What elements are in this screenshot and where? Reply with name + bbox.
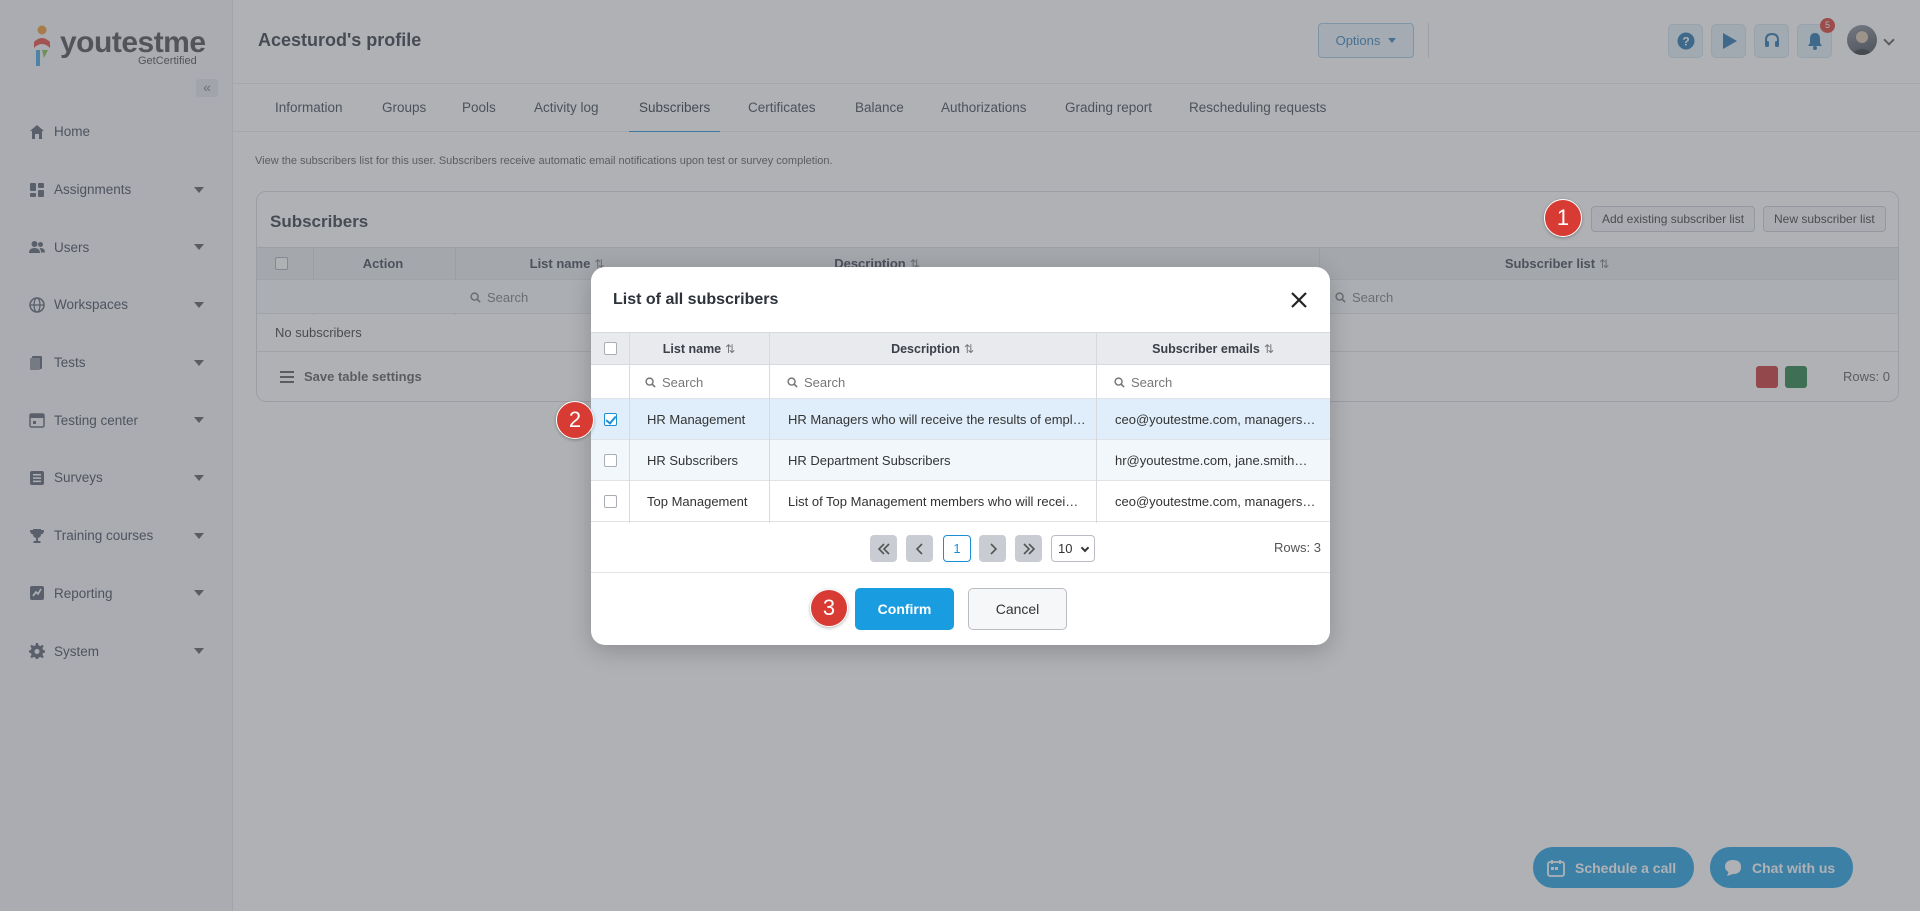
description-cell: HR Department Subscribers — [788, 452, 951, 468]
table-row[interactable]: HR Management HR Managers who will recei… — [591, 399, 1330, 440]
description-cell: HR Managers who will receive the results… — [788, 411, 1086, 427]
page-size-value: 10 — [1058, 541, 1073, 556]
chevron-right-icon — [989, 542, 997, 555]
column-divider — [629, 332, 630, 523]
search-placeholder: Search — [804, 374, 846, 390]
search-icon — [645, 376, 656, 388]
emails-cell: hr@youtestme.com, jane.smith… — [1115, 452, 1308, 468]
page-number-button[interactable]: 1 — [943, 535, 971, 562]
search-placeholder: Search — [662, 374, 704, 390]
description-search[interactable]: Search — [787, 365, 845, 399]
column-divider — [1096, 332, 1097, 523]
emails-cell: ceo@youtestme.com, managers… — [1115, 493, 1316, 509]
column-label: Description — [891, 341, 960, 356]
row-select-cell — [591, 481, 629, 521]
previous-page-button[interactable] — [906, 535, 933, 562]
table-header: List name ⇅ Description ⇅ Subscriber email… — [591, 332, 1330, 365]
last-page-button[interactable] — [1015, 535, 1042, 562]
column-label: Subscriber emails — [1152, 341, 1260, 356]
sort-icon[interactable]: ⇅ — [725, 342, 735, 356]
chevron-down-icon — [1080, 543, 1090, 553]
column-list-name[interactable]: List name⇅ — [629, 333, 769, 364]
subscriber-list-dialog: List of all subscribers List name ⇅ Descr… — [591, 267, 1330, 645]
step-marker-1: 1 — [1544, 199, 1582, 237]
cancel-button[interactable]: Cancel — [968, 588, 1067, 630]
list-name-cell: HR Management — [647, 411, 746, 427]
description-cell: List of Top Management members who will … — [788, 493, 1079, 509]
sort-icon[interactable]: ⇅ — [964, 342, 974, 356]
pagination: 1 10 Rows: 3 — [591, 524, 1330, 573]
table-row[interactable]: HR Subscribers HR Department Subscribers… — [591, 440, 1330, 481]
row-checkbox[interactable] — [603, 412, 617, 426]
select-all-cell — [591, 333, 629, 364]
emails-search[interactable]: Search — [1114, 365, 1172, 399]
emails-cell: ceo@youtestme.com, managers… — [1115, 411, 1316, 427]
table-row[interactable]: Top Management List of Top Management me… — [591, 481, 1330, 522]
search-placeholder: Search — [1131, 374, 1173, 390]
next-page-button[interactable] — [979, 535, 1006, 562]
list-name-search[interactable]: Search — [645, 365, 703, 399]
search-icon — [787, 376, 798, 388]
step-marker-2: 2 — [556, 401, 594, 439]
double-chevron-left-icon — [877, 542, 890, 555]
step-marker-3: 3 — [810, 589, 848, 627]
table-filter-row: Search Search Search — [591, 365, 1330, 399]
row-select-cell — [591, 440, 629, 480]
search-icon — [1114, 376, 1125, 388]
column-divider — [769, 332, 770, 523]
double-chevron-right-icon — [1022, 542, 1035, 555]
close-icon[interactable] — [1287, 288, 1311, 312]
confirm-button[interactable]: Confirm — [855, 588, 954, 630]
dialog-title: List of all subscribers — [613, 291, 779, 308]
row-checkbox[interactable] — [603, 494, 617, 508]
list-name-cell: Top Management — [647, 493, 748, 509]
sort-icon[interactable]: ⇅ — [1264, 342, 1274, 356]
column-description[interactable]: Description ⇅ — [769, 333, 1096, 364]
page-size-select[interactable]: 10 — [1051, 535, 1095, 562]
first-page-button[interactable] — [870, 535, 897, 562]
column-label: List name — [662, 341, 722, 356]
rows-count: Rows: 3 — [1274, 540, 1321, 555]
row-select-cell — [591, 399, 629, 439]
list-name-cell: HR Subscribers — [647, 452, 739, 468]
row-checkbox[interactable] — [603, 453, 617, 467]
select-all-checkbox[interactable] — [603, 342, 617, 355]
chevron-left-icon — [915, 542, 923, 555]
column-subscriber-emails[interactable]: Subscriber emails ⇅ — [1096, 333, 1330, 364]
